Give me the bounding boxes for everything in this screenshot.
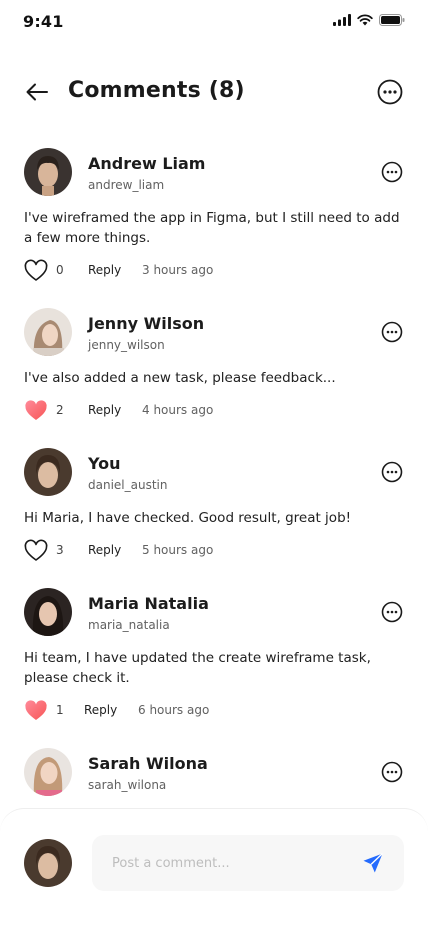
signal-icon	[333, 14, 351, 26]
header: Comments (8)	[0, 70, 428, 114]
comment-item: Maria Natalia maria_natalia Hi team, I h…	[0, 588, 428, 728]
reply-button[interactable]: Reply	[88, 263, 121, 277]
more-circle-icon	[377, 79, 403, 105]
comment-more-button[interactable]	[380, 760, 404, 784]
like-button[interactable]	[24, 699, 48, 723]
like-count: 1	[56, 703, 64, 717]
comment-item: Andrew Liam andrew_liam I've wireframed …	[0, 148, 428, 288]
comment-author-name[interactable]: Andrew Liam	[88, 154, 205, 173]
page-title: Comments (8)	[68, 78, 245, 103]
comment-author-handle: andrew_liam	[88, 178, 165, 192]
comment-more-button[interactable]	[380, 160, 404, 184]
user-avatar[interactable]	[24, 839, 72, 887]
comment-author-name[interactable]: Maria Natalia	[88, 594, 209, 613]
comment-more-button[interactable]	[380, 320, 404, 344]
comment-more-button[interactable]	[380, 600, 404, 624]
comment-actions: 2 Reply 4 hours ago	[24, 399, 404, 423]
status-bar: 9:41	[0, 0, 428, 44]
comment-text: Hi Maria, I have checked. Good result, g…	[24, 510, 352, 526]
reply-button[interactable]: Reply	[88, 403, 121, 417]
arrow-left-icon	[26, 83, 48, 101]
like-button[interactable]	[24, 259, 48, 283]
comment-input-container	[92, 835, 404, 891]
comment-timestamp: 3 hours ago	[142, 263, 214, 277]
more-circle-icon	[381, 601, 403, 623]
like-button[interactable]	[24, 539, 48, 563]
send-icon	[363, 852, 383, 873]
comment-timestamp: 6 hours ago	[138, 703, 210, 717]
back-button[interactable]	[22, 78, 52, 106]
avatar[interactable]	[24, 148, 72, 196]
heart-outline-icon	[24, 259, 48, 281]
reply-button[interactable]: Reply	[84, 703, 117, 717]
status-icons	[333, 14, 405, 26]
comment-composer	[0, 808, 428, 926]
like-button[interactable]	[24, 399, 48, 423]
avatar[interactable]	[24, 588, 72, 636]
comment-author-name[interactable]: Sarah Wilona	[88, 754, 208, 773]
avatar[interactable]	[24, 308, 72, 356]
comment-more-button[interactable]	[380, 460, 404, 484]
comment-item: Sarah Wilona sarah_wilona	[0, 748, 428, 808]
heart-filled-icon	[25, 700, 47, 720]
comment-author-handle: sarah_wilona	[88, 778, 167, 792]
comment-author-handle: jenny_wilson	[88, 338, 165, 352]
heart-outline-icon	[24, 539, 48, 561]
send-button[interactable]	[362, 852, 384, 874]
comment-actions: 3 Reply 5 hours ago	[24, 539, 404, 563]
comment-actions: 0 Reply 3 hours ago	[24, 259, 404, 283]
reply-button[interactable]: Reply	[88, 543, 121, 557]
comment-author-handle: maria_natalia	[88, 618, 170, 632]
more-options-button[interactable]	[376, 78, 404, 106]
more-circle-icon	[381, 321, 403, 343]
comment-text: I've also added a new task, please feedb…	[24, 370, 336, 386]
like-count: 3	[56, 543, 64, 557]
comment-text: Hi team, I have updated the create wiref…	[24, 650, 371, 686]
comment-item: Jenny Wilson jenny_wilson I've also adde…	[0, 308, 428, 428]
comment-actions: 1 Reply 6 hours ago	[24, 699, 404, 723]
comment-timestamp: 5 hours ago	[142, 543, 214, 557]
comment-input[interactable]	[112, 853, 352, 873]
like-count: 2	[56, 403, 64, 417]
comment-author-name[interactable]: Jenny Wilson	[88, 314, 204, 333]
comment-item: You daniel_austin Hi Maria, I have check…	[0, 448, 428, 568]
avatar[interactable]	[24, 448, 72, 496]
heart-filled-icon	[25, 400, 47, 420]
status-time: 9:41	[23, 12, 64, 31]
more-circle-icon	[381, 761, 403, 783]
comment-text: I've wireframed the app in Figma, but I …	[24, 210, 400, 246]
like-count: 0	[56, 263, 64, 277]
comment-timestamp: 4 hours ago	[142, 403, 214, 417]
more-circle-icon	[381, 461, 403, 483]
comment-author-handle: daniel_austin	[88, 478, 168, 492]
battery-icon	[379, 14, 405, 26]
wifi-icon	[357, 14, 373, 26]
avatar[interactable]	[24, 748, 72, 796]
comment-author-name[interactable]: You	[88, 454, 121, 473]
more-circle-icon	[381, 161, 403, 183]
